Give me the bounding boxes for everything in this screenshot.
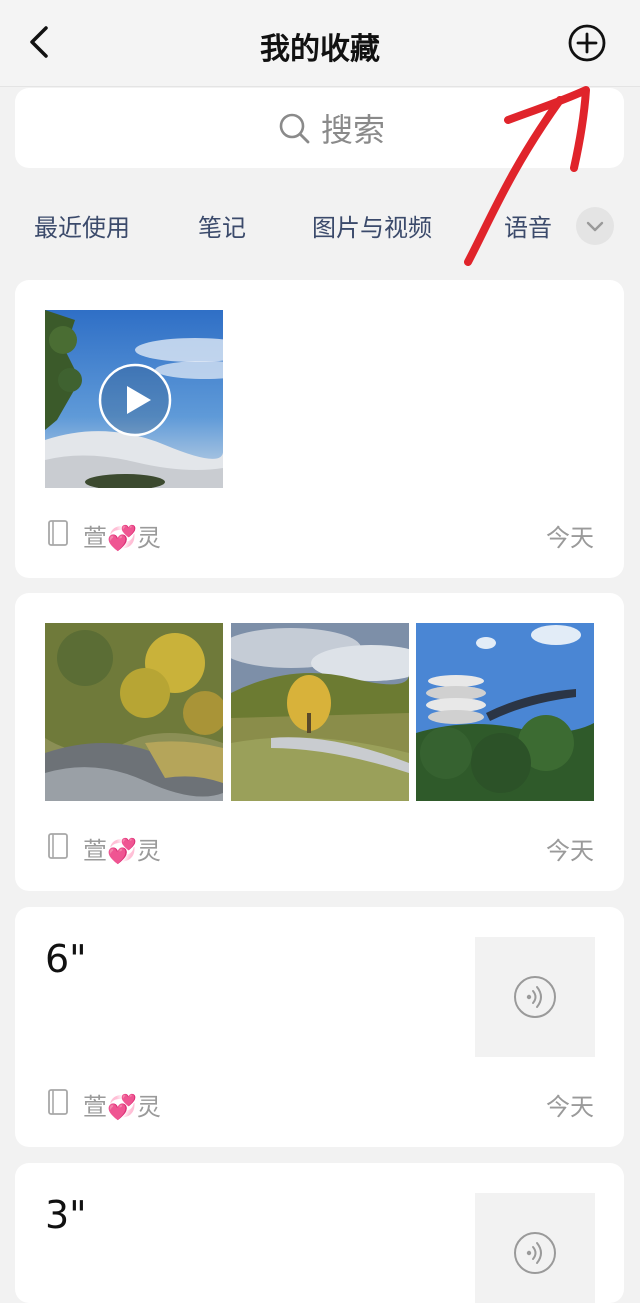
favorite-item-voice[interactable]: 6" 萱💞灵 今天: [15, 907, 624, 1147]
image-thumbnail-1[interactable]: [45, 623, 223, 801]
image-thumbnail-3[interactable]: [416, 623, 594, 801]
item-author: 萱💞灵: [83, 837, 161, 865]
page-title: 我的收藏: [260, 32, 380, 67]
voice-icon: [514, 1232, 556, 1274]
voice-thumbnail[interactable]: [475, 937, 595, 1057]
search-placeholder: 搜索: [321, 111, 386, 149]
item-date: 今天: [546, 524, 594, 552]
book-icon: [48, 520, 68, 546]
favorite-item-images[interactable]: 萱💞灵 今天: [15, 593, 624, 891]
top-bar: 我的收藏: [0, 0, 640, 87]
annotation-arrow-icon: [464, 86, 590, 266]
voice-icon: [514, 976, 556, 1018]
tab-notes[interactable]: 笔记: [198, 208, 246, 243]
voice-duration: 6": [45, 937, 87, 981]
search-icon: [279, 113, 310, 144]
item-author: 萱💞灵: [83, 1093, 161, 1121]
voice-duration: 3": [45, 1193, 87, 1237]
image-thumbnail-2[interactable]: [231, 623, 409, 801]
tab-recent[interactable]: 最近使用: [34, 208, 130, 243]
add-circle-icon[interactable]: [566, 22, 608, 64]
favorite-item-video[interactable]: 萱💞灵 今天: [15, 280, 624, 578]
play-icon: [98, 363, 172, 437]
book-icon: [48, 833, 68, 859]
item-author: 萱💞灵: [83, 524, 161, 552]
book-icon: [48, 1089, 68, 1115]
video-thumbnail[interactable]: [45, 310, 223, 488]
item-date: 今天: [546, 1093, 594, 1121]
item-date: 今天: [546, 837, 594, 865]
tab-images-videos[interactable]: 图片与视频: [312, 208, 432, 243]
voice-thumbnail[interactable]: [475, 1193, 595, 1303]
favorite-item-voice[interactable]: 3": [15, 1163, 624, 1303]
